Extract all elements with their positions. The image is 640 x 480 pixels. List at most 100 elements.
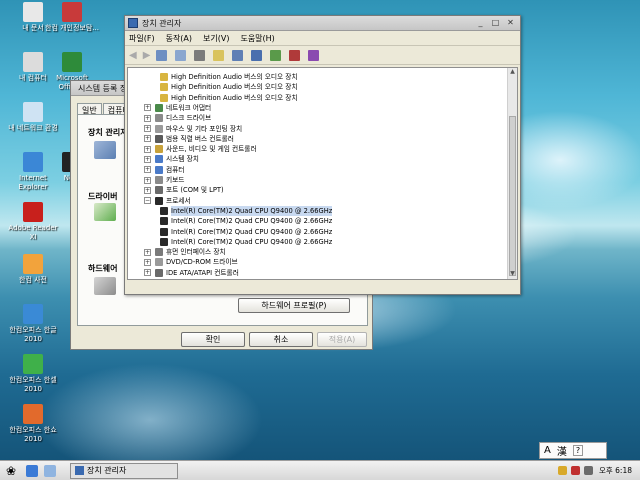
expand-icon[interactable]: + — [144, 104, 151, 112]
ok-button[interactable]: 확인 — [181, 332, 245, 347]
desktop-icon[interactable]: Adobe Reader XI — [5, 202, 61, 242]
desktop-icon-label: 한컴오피스 한글 2010 — [9, 326, 57, 343]
expand-icon[interactable]: + — [144, 258, 151, 266]
tree-row[interactable]: + 포트 (COM 및 LPT) — [144, 185, 224, 195]
ime-help-icon[interactable]: ? — [572, 445, 584, 456]
expand-icon[interactable]: + — [144, 269, 151, 277]
tree-row-label: High Definition Audio 버스의 오디오 장치 — [171, 73, 298, 81]
tree-row[interactable]: + 범용 직렬 버스 컨트롤러 — [144, 134, 234, 144]
device-category-icon — [160, 206, 168, 215]
tree-row[interactable]: + 휴먼 인터페이스 장치 — [144, 247, 226, 257]
back-icon[interactable]: ◀ — [129, 50, 137, 61]
tree-row-label: Intel(R) Core(TM)2 Quad CPU Q9400 @ 2.66… — [171, 227, 333, 236]
uninstall-icon[interactable] — [289, 49, 301, 61]
tree-row[interactable]: + 마우스 및 기타 포인팅 장치 — [144, 124, 242, 134]
taskbar-device-manager-label: 장치 관리자 — [87, 466, 127, 475]
security-shield-icon[interactable] — [557, 466, 567, 475]
expand-icon[interactable]: + — [144, 145, 151, 153]
print-icon[interactable] — [194, 49, 206, 61]
clock[interactable]: 오후 6:18 — [599, 465, 632, 476]
scroll-down-icon[interactable]: ▼ — [508, 270, 517, 279]
device-category-icon — [160, 217, 168, 226]
maximize-button[interactable]: □ — [489, 18, 502, 29]
tree-row[interactable]: + 컴퓨터 — [144, 165, 184, 175]
apply-button[interactable]: 적용(A) — [317, 332, 367, 347]
menu-bar: 파일(F) 동작(A) 보기(V) 도움말(H) — [125, 31, 520, 46]
cancel-button[interactable]: 취소 — [249, 332, 313, 347]
tree-row[interactable]: + DVD/CD-ROM 드라이브 — [144, 257, 238, 267]
desktop-icon[interactable]: 내 네트워크 환경 — [5, 102, 61, 133]
hardware-profile-button[interactable]: 하드웨어 프로필(P) — [238, 298, 350, 313]
tree-row[interactable]: High Definition Audio 버스의 오디오 장치 — [160, 93, 298, 103]
tree-row[interactable]: + SCSI 및 RAID 컨트롤러 — [144, 278, 234, 281]
taskbar-device-manager[interactable]: 장치 관리자 — [70, 462, 178, 479]
device-category-icon — [155, 186, 163, 195]
tree-row[interactable]: + 사운드, 비디오 및 게임 컨트롤러 — [144, 144, 257, 154]
tree-row[interactable]: Intel(R) Core(TM)2 Quad CPU Q9400 @ 2.66… — [160, 205, 333, 216]
expand-icon[interactable]: + — [144, 280, 151, 281]
menu-action[interactable]: 동작(A) — [166, 33, 192, 44]
device-category-icon — [155, 165, 163, 174]
tree-row[interactable]: + 디스크 드라이브 — [144, 113, 211, 123]
expand-icon[interactable]: + — [144, 155, 151, 163]
show-hide-tree-icon[interactable] — [156, 49, 168, 61]
expand-icon[interactable]: + — [144, 186, 151, 194]
expand-icon[interactable]: + — [144, 248, 151, 256]
tree-row[interactable]: High Definition Audio 버스의 오디오 장치 — [160, 72, 298, 82]
desktop-icon[interactable]: 한컴오피스 한쇼 2010 — [5, 404, 61, 444]
desktop-icon[interactable]: 한컴오피스 한셀 2010 — [5, 354, 61, 394]
device-manager-titlebar[interactable]: 장치 관리자 _ □ ✕ — [125, 16, 520, 31]
menu-view[interactable]: 보기(V) — [203, 33, 229, 44]
scan-hardware-icon[interactable] — [251, 49, 263, 61]
ime-bar[interactable]: A 漢 ? — [539, 442, 607, 459]
alert-icon[interactable] — [570, 466, 580, 475]
device-tree[interactable]: High Definition Audio 버스의 오디오 장치 High Def… — [127, 67, 518, 280]
minimize-button[interactable]: _ — [474, 18, 487, 29]
update-driver-icon[interactable] — [270, 49, 282, 61]
quicklaunch-desktop-icon[interactable] — [44, 464, 56, 477]
tree-row[interactable]: + 시스템 장치 — [144, 154, 199, 164]
tree-row[interactable]: Intel(R) Core(TM)2 Quad CPU Q9400 @ 2.66… — [160, 227, 332, 237]
help-icon[interactable] — [213, 49, 225, 61]
menu-file[interactable]: 파일(F) — [129, 33, 155, 44]
desktop-icon[interactable]: 한컴 개인정보탐... — [44, 2, 100, 33]
collapse-icon[interactable]: − — [144, 197, 151, 205]
tree-row-label: 사운드, 비디오 및 게임 컨트롤러 — [166, 145, 257, 154]
desktop-icon[interactable]: 한컴 사전 — [5, 254, 61, 285]
tree-scrollbar[interactable]: ▲ ▼ — [507, 68, 517, 279]
tree-row[interactable]: Intel(R) Core(TM)2 Quad CPU Q9400 @ 2.66… — [160, 237, 332, 247]
device-category-icon — [155, 176, 163, 184]
desktop-icon[interactable]: 한컴오피스 한글 2010 — [5, 304, 61, 344]
desktop-shortcut-icon — [23, 102, 43, 122]
tree-row[interactable]: + IDE ATA/ATAPI 컨트롤러 — [144, 268, 239, 278]
scroll-up-icon[interactable]: ▲ — [508, 68, 517, 77]
view-icon[interactable] — [232, 49, 244, 61]
expand-icon[interactable]: + — [144, 135, 151, 143]
device-manager-window[interactable]: 장치 관리자 _ □ ✕ 파일(F) 동작(A) 보기(V) 도움말(H) ◀ … — [124, 15, 521, 295]
quicklaunch-ie-icon[interactable] — [26, 464, 38, 477]
properties-icon[interactable] — [175, 49, 187, 61]
tree-row[interactable]: + 네트워크 어댑터 — [144, 103, 211, 113]
tree-row[interactable]: High Definition Audio 버스의 오디오 장치 — [160, 82, 298, 92]
close-button[interactable]: ✕ — [504, 18, 517, 29]
tree-row[interactable]: Intel(R) Core(TM)2 Quad CPU Q9400 @ 2.66… — [160, 216, 332, 226]
start-button-icon[interactable]: ❀ — [2, 463, 20, 479]
menu-help[interactable]: 도움말(H) — [240, 33, 274, 44]
device-category-icon — [155, 268, 163, 277]
expand-icon[interactable]: + — [144, 114, 151, 122]
expand-icon[interactable]: + — [144, 166, 151, 174]
tree-row[interactable]: − 프로세서 — [144, 196, 191, 206]
ime-mode-english[interactable]: A — [544, 445, 551, 456]
disable-device-icon[interactable] — [308, 49, 320, 61]
scroll-thumb[interactable] — [509, 116, 516, 276]
ime-mode-hanja[interactable]: 漢 — [557, 443, 567, 458]
device-category-icon — [155, 145, 163, 154]
tree-row-label: 시스템 장치 — [166, 155, 199, 164]
expand-icon[interactable]: + — [144, 176, 151, 184]
desktop-shortcut-icon — [23, 254, 43, 274]
tree-row[interactable]: + 키보드 — [144, 175, 184, 185]
forward-icon[interactable]: ▶ — [143, 50, 151, 61]
expand-icon[interactable]: + — [144, 125, 151, 132]
volume-icon[interactable] — [583, 466, 593, 475]
tree-row-label: 마우스 및 기타 포인팅 장치 — [166, 124, 243, 133]
